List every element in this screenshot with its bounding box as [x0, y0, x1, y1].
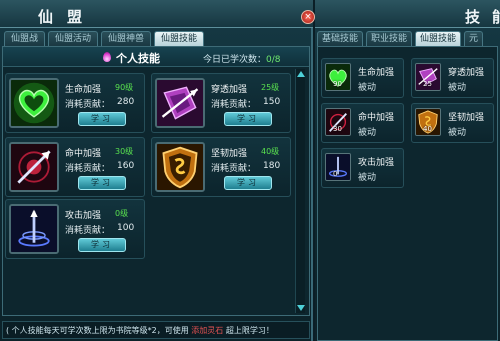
skill-level: 90 [333, 80, 342, 88]
section-header: 个人技能 今日已学次数：0/8 [3, 47, 309, 67]
skill-name: 命中加强 [358, 113, 395, 123]
skill-level: 0 [333, 170, 338, 178]
skill-entry-life[interactable]: 90 生命加强 被动 [321, 58, 404, 98]
skill-name: 穿透加强 [211, 85, 248, 95]
skill-name: 攻击加强 [358, 158, 395, 168]
skill-cost-label: 消耗贡献： [65, 226, 111, 236]
tab-guild-skills[interactable]: 仙盟技能 [154, 31, 205, 46]
attack-icon [9, 204, 59, 254]
skill-entry-tough[interactable]: 40 坚韧加强 被动 [411, 103, 494, 143]
pierce-icon [155, 78, 205, 128]
skills-tabs: 基础技能 职业技能 仙盟技能 元 [317, 31, 484, 46]
skill-name: 生命加强 [358, 68, 395, 78]
learn-button[interactable]: 学习 [78, 238, 126, 252]
skill-level: 25 [423, 80, 432, 88]
add-spirit-stone-link[interactable]: 添加灵石 [191, 326, 223, 335]
tab-class-skills[interactable]: 职业技能 [366, 31, 413, 46]
guild-panel: 仙盟 × 仙盟战 仙盟活动 仙盟神兽 仙盟技能 个人技能 今日已学次数：0/8 … [0, 0, 315, 341]
flame-icon [103, 52, 111, 62]
skill-name: 坚韧加强 [211, 149, 248, 159]
tab-guild-beast[interactable]: 仙盟神兽 [101, 31, 152, 46]
skill-type: 被动 [448, 128, 467, 138]
tab-more[interactable]: 元 [464, 31, 484, 46]
skill-level: 30 [333, 125, 342, 133]
attack-icon [325, 153, 351, 181]
skill-card-life: 生命加强 90级 消耗贡献： 280 学习 [5, 73, 145, 133]
skill-cost-label: 消耗贡献： [211, 100, 257, 110]
skill-card-pierce: 穿透加强 25级 消耗贡献： 150 学习 [151, 73, 291, 133]
skill-level: 40级 [261, 147, 280, 156]
skills-title: 技能 [465, 8, 500, 26]
skill-card-hit: 命中加强 30级 消耗贡献： 160 学习 [5, 137, 145, 197]
learn-button[interactable]: 学习 [224, 176, 272, 190]
skill-cost-value: 160 [117, 161, 135, 171]
learn-button[interactable]: 学习 [78, 112, 126, 126]
skill-cost-label: 消耗贡献： [211, 164, 257, 174]
skill-level: 0级 [115, 209, 129, 218]
hit-icon [9, 142, 59, 192]
guild-skills-content: 个人技能 今日已学次数：0/8 生命加强 90级 消耗贡献： 280 学习 穿透… [2, 46, 310, 316]
skills-title-bar[interactable]: 技能 [315, 0, 500, 28]
scroll-down-icon[interactable] [297, 305, 305, 311]
skill-entry-pierce[interactable]: 25 穿透加强 被动 [411, 58, 494, 98]
heart-icon [9, 78, 59, 128]
skill-cost-value: 280 [117, 97, 135, 107]
skill-card-tough: 坚韧加强 40级 消耗贡献： 180 学习 [151, 137, 291, 197]
tab-basic-skills[interactable]: 基础技能 [317, 31, 364, 46]
tough-icon [155, 142, 205, 192]
skill-type: 被动 [448, 83, 467, 93]
guild-tabs: 仙盟战 仙盟活动 仙盟神兽 仙盟技能 [4, 31, 205, 46]
skill-level: 25级 [261, 83, 280, 92]
skill-card-attack: 攻击加强 0级 消耗贡献： 100 学习 [5, 199, 145, 259]
skill-level: 30级 [115, 147, 134, 156]
skill-name: 命中加强 [65, 149, 102, 159]
skill-name: 穿透加强 [448, 68, 485, 78]
skill-level: 40 [423, 125, 432, 133]
skill-type: 被动 [358, 173, 377, 183]
guild-title: 仙盟 [38, 8, 97, 26]
skill-level: 90级 [115, 83, 134, 92]
skill-name: 生命加强 [65, 85, 102, 95]
tab-guild-activity[interactable]: 仙盟活动 [48, 31, 99, 46]
skill-entry-hit[interactable]: 30 命中加强 被动 [321, 103, 404, 143]
close-button[interactable]: × [301, 10, 315, 24]
skills-scrollbar[interactable] [295, 69, 305, 313]
skill-cost-label: 消耗贡献： [65, 100, 111, 110]
daily-learn-count: 今日已学次数：0/8 [203, 55, 281, 65]
tab-guild-skills[interactable]: 仙盟技能 [415, 31, 462, 46]
skill-type: 被动 [358, 128, 377, 138]
footer-note: ( 个人技能每天可学次数上限为书院等级*2，可使用 添加灵石 超上限学习！ [2, 321, 310, 339]
learn-button[interactable]: 学习 [78, 176, 126, 190]
skills-list: 90 生命加强 被动 25 穿透加强 被动 30 命中加强 被动 40 坚韧加强… [317, 46, 498, 341]
skill-cost-value: 150 [263, 97, 281, 107]
skill-name: 攻击加强 [65, 211, 102, 221]
skill-entry-attack[interactable]: 0 攻击加强 被动 [321, 148, 404, 188]
skills-panel: 技能 基础技能 职业技能 仙盟技能 元 90 生命加强 被动 25 穿透加强 被… [315, 0, 500, 341]
skill-cost-label: 消耗贡献： [65, 164, 111, 174]
skill-name: 坚韧加强 [448, 113, 485, 123]
scroll-up-icon[interactable] [297, 71, 305, 77]
learn-button[interactable]: 学习 [224, 112, 272, 126]
skill-cost-value: 180 [263, 161, 281, 171]
skill-type: 被动 [358, 83, 377, 93]
tab-guild-war[interactable]: 仙盟战 [4, 31, 46, 46]
section-title: 个人技能 [116, 52, 160, 65]
guild-title-bar[interactable]: 仙盟 [0, 0, 313, 28]
skill-cost-value: 100 [117, 223, 135, 233]
